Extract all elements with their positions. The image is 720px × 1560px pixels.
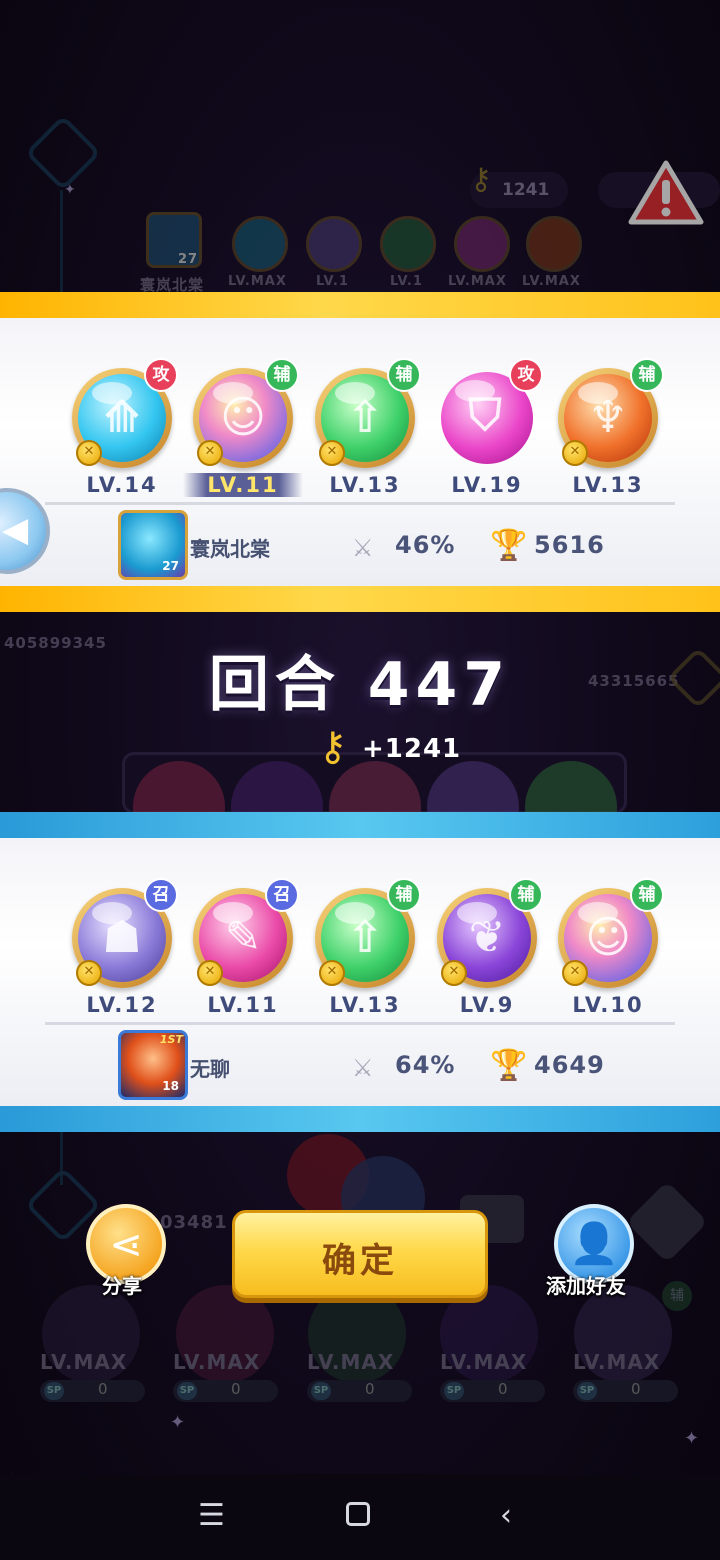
trophy-count: 5616 xyxy=(534,531,605,559)
add-friend-label[interactable]: 添加好友 xyxy=(546,1270,626,1299)
panel-band xyxy=(0,586,720,612)
role-badge: 辅 xyxy=(630,878,664,912)
round-title: 回合 447 xyxy=(208,650,512,720)
trophy-count: 4649 xyxy=(534,1051,605,1079)
hero-slot: ⟰ 攻 LV.14 xyxy=(72,358,178,497)
avatar[interactable]: 1ST 18 xyxy=(118,1030,188,1100)
role-badge: 召 xyxy=(144,878,178,912)
coin-icon xyxy=(197,440,223,466)
self-player-row: 1ST 18 无聊 ⚔ 64% 🏆 4649 xyxy=(0,1026,720,1106)
role-badge: 召 xyxy=(265,878,299,912)
coin-icon xyxy=(197,960,223,986)
hero-slot: ☺ 辅 LV.11 xyxy=(183,358,303,497)
panel-divider xyxy=(45,502,675,505)
opponent-result-panel: ⟰ 攻 LV.14 ☺ 辅 LV.11 ⇧ 辅 LV.13 ⛉ 攻 LV.19 xyxy=(0,292,720,612)
hero-level: LV.13 xyxy=(329,473,401,497)
coin-icon xyxy=(76,960,102,986)
panel-band xyxy=(0,1106,720,1132)
hero-slot: ❦ 辅 LV.9 xyxy=(437,878,543,1017)
hero-level: LV.11 xyxy=(183,473,303,497)
hero-slot: ⇧ 辅 LV.13 xyxy=(315,358,421,497)
hero-level: LV.19 xyxy=(451,473,523,497)
hero-slot: ⇧ 辅 LV.13 xyxy=(315,878,421,1017)
win-rate: 64% xyxy=(395,1051,456,1079)
hero-level: LV.13 xyxy=(329,993,401,1017)
role-badge: 辅 xyxy=(630,358,664,392)
hero-slot: ⛉ 攻 LV.19 xyxy=(437,358,543,497)
coin-icon xyxy=(562,960,588,986)
crossed-swords-icon: ⚔ xyxy=(352,534,374,562)
panel-divider xyxy=(45,1022,675,1025)
coin-icon xyxy=(319,440,345,466)
confirm-button[interactable]: 确定 xyxy=(232,1210,488,1298)
hero-level: LV.12 xyxy=(86,993,158,1017)
player-hero-row: ☗ 召 LV.12 ✎ 召 LV.11 ⇧ 辅 LV.13 ❦ 辅 xyxy=(0,838,720,1018)
panel-band xyxy=(0,292,720,318)
coin-icon xyxy=(562,440,588,466)
coin-icon xyxy=(441,960,467,986)
player-name: 无聊 xyxy=(190,1057,230,1081)
system-nav-bar: ☰ ‹ xyxy=(0,1474,720,1560)
role-badge: 攻 xyxy=(144,358,178,392)
hero-level: LV.13 xyxy=(572,473,644,497)
role-badge: 攻 xyxy=(509,358,543,392)
home-square-icon[interactable] xyxy=(346,1502,370,1526)
share-label[interactable]: 分享 xyxy=(102,1270,142,1299)
trophy-icon: 🏆 xyxy=(490,1048,528,1083)
panel-body: ⟰ 攻 LV.14 ☺ 辅 LV.11 ⇧ 辅 LV.13 ⛉ 攻 LV.19 xyxy=(0,318,720,586)
coin-icon xyxy=(319,960,345,986)
share-icon: ⋖ xyxy=(109,1222,143,1268)
menu-icon[interactable]: ☰ xyxy=(198,1498,225,1533)
trophy-icon: 🏆 xyxy=(490,528,528,563)
hero-slot: ☗ 召 LV.12 xyxy=(72,878,178,1017)
hero-level: LV.9 xyxy=(459,993,515,1017)
role-badge: 辅 xyxy=(387,358,421,392)
hero-slot: ♆ 辅 LV.13 xyxy=(558,358,664,497)
role-badge: 辅 xyxy=(265,358,299,392)
overlay-dim xyxy=(0,0,720,1560)
win-rate: 46% xyxy=(395,531,456,559)
role-badge: 辅 xyxy=(509,878,543,912)
player-name: 寰岚北棠 xyxy=(190,537,270,561)
add-user-icon: 👤 xyxy=(569,1221,619,1267)
hero-level: LV.11 xyxy=(207,993,279,1017)
key-icon: ⚷ xyxy=(318,724,348,770)
player-result-panel: ☗ 召 LV.12 ✎ 召 LV.11 ⇧ 辅 LV.13 ❦ 辅 xyxy=(0,812,720,1132)
hero-slot: ✎ 召 LV.11 xyxy=(193,878,299,1017)
panel-band xyxy=(0,812,720,838)
coin-icon xyxy=(76,440,102,466)
panel-body: ☗ 召 LV.12 ✎ 召 LV.11 ⇧ 辅 LV.13 ❦ 辅 xyxy=(0,838,720,1106)
crossed-swords-icon: ⚔ xyxy=(352,1054,374,1082)
opponent-hero-row: ⟰ 攻 LV.14 ☺ 辅 LV.11 ⇧ 辅 LV.13 ⛉ 攻 LV.19 xyxy=(0,318,720,498)
opponent-player-row: 27 寰岚北棠 ⚔ 46% 🏆 5616 xyxy=(0,506,720,586)
role-badge: 辅 xyxy=(387,878,421,912)
hero-slot: ☺ 辅 LV.10 xyxy=(558,878,664,1017)
back-chevron-icon[interactable]: ‹ xyxy=(500,1498,512,1533)
hero-level: LV.10 xyxy=(572,993,644,1017)
hero-level: LV.14 xyxy=(86,473,158,497)
avatar[interactable]: 27 xyxy=(118,510,188,580)
